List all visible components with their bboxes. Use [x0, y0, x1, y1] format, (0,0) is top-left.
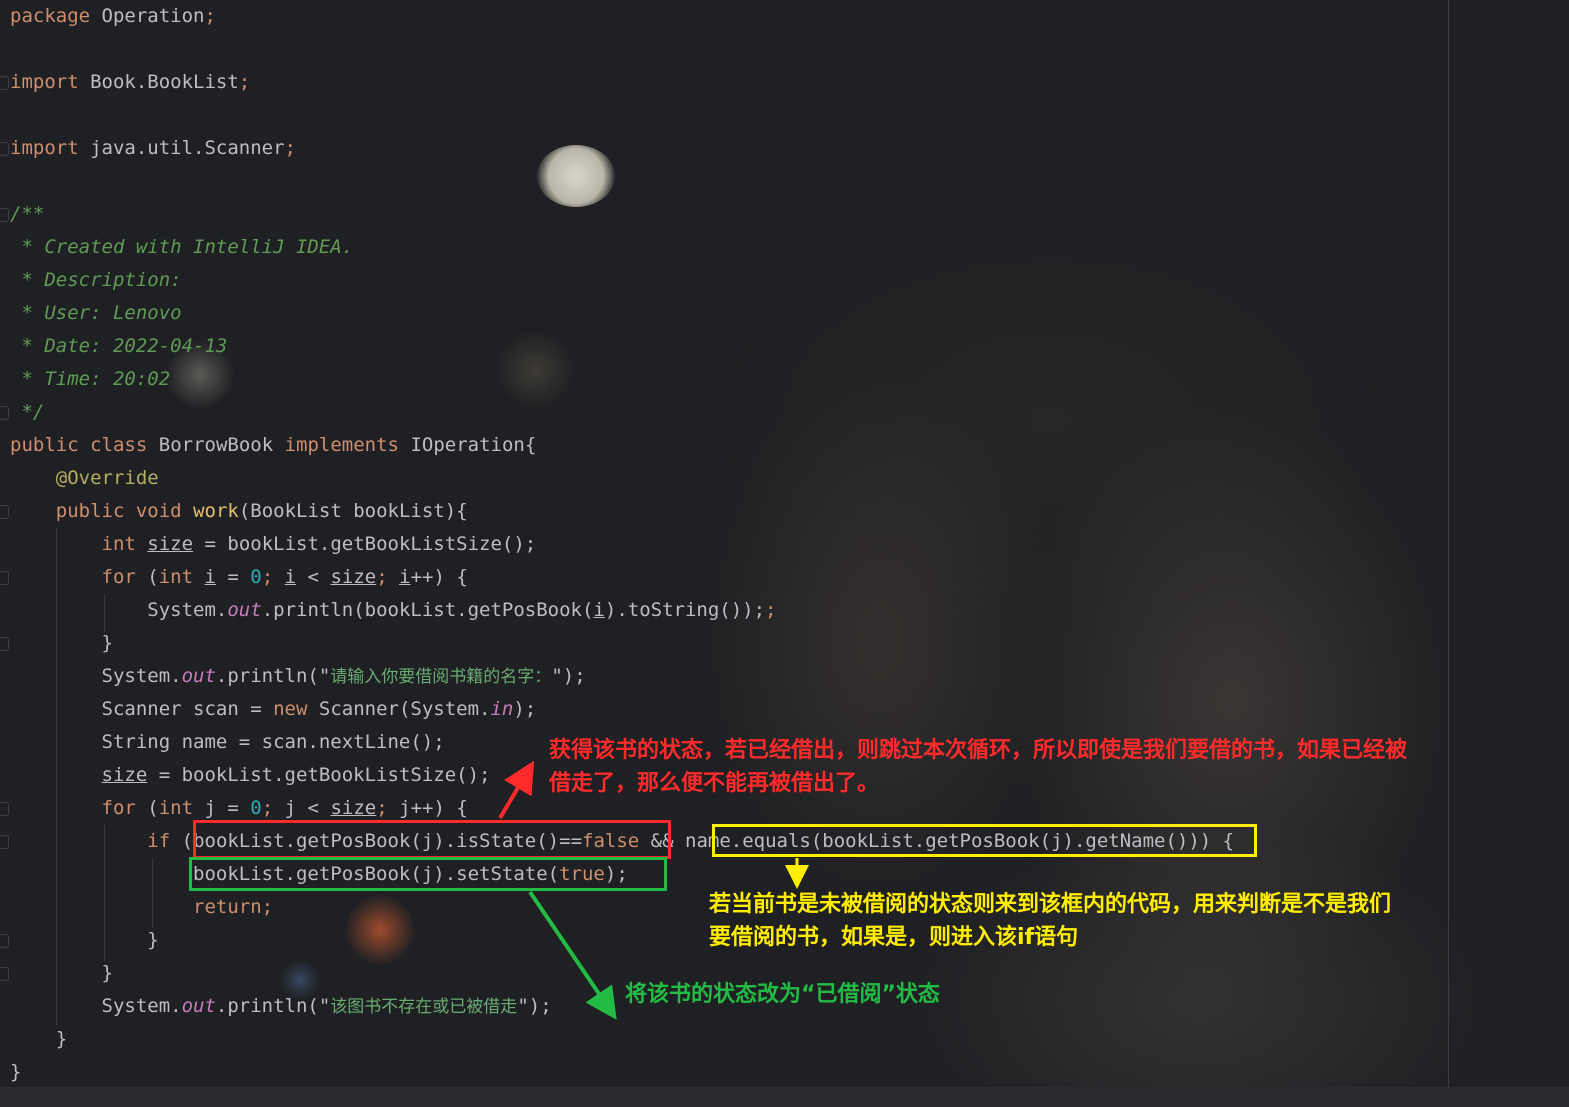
- red-arrow: [498, 760, 535, 820]
- code-editor[interactable]: package Operation; import Book.BookList;…: [0, 0, 1569, 1107]
- red-annotation-note: 获得该书的状态，若已经借出，则跳过本次循环，所以即使是我们要借的书，如果已经被 …: [549, 738, 1408, 796]
- yellow-annotation-note: 若当前书是未被借阅的状态则来到该框内的代码，用来判断是不是我们 要借阅的书，如果…: [709, 892, 1392, 950]
- green-annotation-note: 将该书的状态改为“已借阅”状态: [625, 982, 940, 1007]
- horizontal-scrollbar[interactable]: [0, 1087, 1569, 1107]
- green-arrow: [528, 890, 617, 1020]
